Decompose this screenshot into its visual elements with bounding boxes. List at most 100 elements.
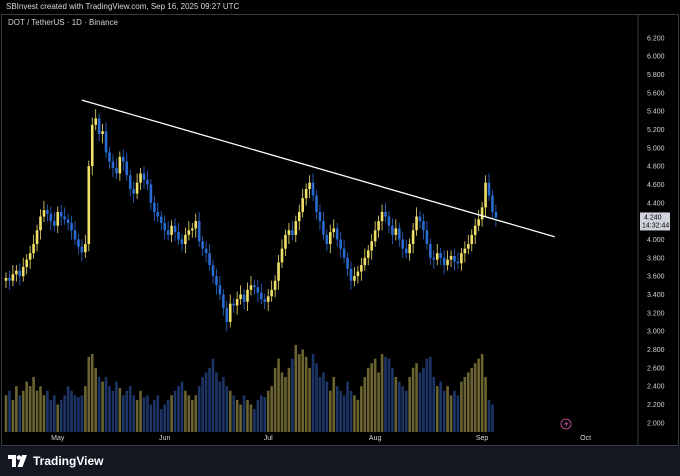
y-tick-label: 2.200	[647, 402, 665, 409]
brand-logo[interactable]: TradingView	[8, 454, 103, 468]
y-tick-label: 6.200	[647, 35, 665, 42]
candle-body	[228, 303, 232, 322]
volume-bar	[173, 390, 177, 432]
volume-bar	[404, 390, 408, 432]
y-tick-label: 2.600	[647, 365, 665, 372]
candle-body	[132, 189, 135, 194]
volume-bar	[273, 367, 277, 432]
candle-body	[353, 276, 356, 281]
candle-body	[235, 299, 239, 306]
candle-body	[398, 228, 401, 240]
candle-body	[335, 228, 339, 240]
candle-body	[373, 230, 377, 242]
volume-bar	[470, 367, 474, 432]
time-axis[interactable]: May Jun Jul Aug Sep Oct	[51, 435, 591, 442]
volume-bar	[194, 395, 198, 432]
candle-body	[277, 262, 280, 281]
volume-bar	[332, 376, 336, 432]
volume-bar	[366, 367, 370, 432]
volume-bar	[453, 390, 456, 432]
volume-bar	[108, 386, 111, 432]
volume-bar	[253, 409, 256, 432]
candle-body	[211, 265, 215, 277]
candle-body	[201, 241, 204, 249]
candle-body	[418, 216, 422, 222]
candle-body	[287, 230, 291, 235]
volume-bar	[277, 358, 280, 432]
candle-body	[315, 195, 318, 212]
lightning-icon[interactable]	[560, 418, 572, 430]
volume-bar	[128, 386, 132, 432]
candle-body	[453, 255, 456, 262]
volume-bar	[411, 367, 415, 432]
candle-body	[297, 211, 301, 222]
candle-body	[46, 210, 49, 214]
volume-bar	[215, 372, 218, 432]
volume-bar	[77, 397, 80, 432]
y-tick-label: 4.000	[647, 237, 665, 244]
y-tick-label: 6.000	[647, 54, 665, 61]
candle-body	[404, 248, 408, 254]
volume-bar	[435, 386, 439, 432]
candle-body	[108, 152, 111, 162]
y-tick-label: 3.200	[647, 310, 665, 317]
candle-body	[266, 296, 270, 302]
candle-body	[387, 216, 391, 226]
candle-body	[494, 211, 498, 218]
candle-body	[197, 221, 201, 242]
volume-bar	[370, 363, 373, 432]
candle-body	[470, 234, 474, 245]
volume-bar	[87, 356, 91, 432]
volume-bar	[346, 381, 349, 432]
volume-bar	[401, 386, 405, 432]
candle-body	[177, 232, 180, 240]
y-tick-label: 3.400	[647, 292, 665, 299]
volume-bar	[232, 395, 235, 432]
candle-body	[118, 156, 122, 174]
candle-body	[242, 294, 246, 302]
trendline[interactable]	[81, 99, 555, 238]
volume-bar	[387, 358, 391, 432]
volume-bar	[163, 404, 166, 432]
volume-bar	[132, 395, 135, 432]
candle-body	[435, 253, 439, 260]
candle-body	[94, 118, 97, 125]
candle-body	[180, 239, 184, 245]
volume-bar	[70, 390, 73, 432]
candle-body	[311, 182, 315, 196]
y-tick-label: 4.400	[647, 200, 665, 207]
price-chart[interactable]: 6.200 6.000 5.800 5.600 5.400 5.200 5.000 4.800…	[0, 0, 680, 446]
candle-body	[35, 230, 39, 245]
volume-bar	[301, 349, 304, 432]
volume-bar	[429, 356, 432, 432]
candle-body	[153, 202, 156, 212]
volume-bar	[156, 395, 160, 432]
candle-body	[449, 255, 453, 260]
volume-bar	[487, 399, 491, 432]
volume-bar	[291, 358, 294, 432]
candle-body	[49, 213, 53, 222]
candle-body	[125, 161, 129, 176]
candle-body	[87, 166, 91, 245]
candle-body	[122, 156, 125, 162]
candle-body	[460, 253, 463, 264]
candle-body	[208, 253, 211, 266]
volume-bar	[477, 358, 480, 432]
candle-body	[332, 228, 336, 233]
volume-bar	[225, 386, 229, 432]
candles	[4, 109, 498, 332]
candle-body	[142, 173, 146, 180]
candle-body	[21, 266, 25, 277]
candle-body	[342, 248, 346, 258]
volume-bar	[442, 390, 446, 432]
candle-body	[411, 230, 415, 245]
volume-bar	[480, 354, 484, 432]
volume-bar	[270, 386, 273, 432]
candle-body	[415, 216, 418, 231]
candle-body	[301, 198, 304, 212]
volume-bar	[329, 390, 332, 432]
volume-bar	[408, 376, 411, 432]
volume-bar	[104, 376, 108, 432]
volume-bar	[149, 404, 153, 432]
volume-bar	[446, 386, 449, 432]
